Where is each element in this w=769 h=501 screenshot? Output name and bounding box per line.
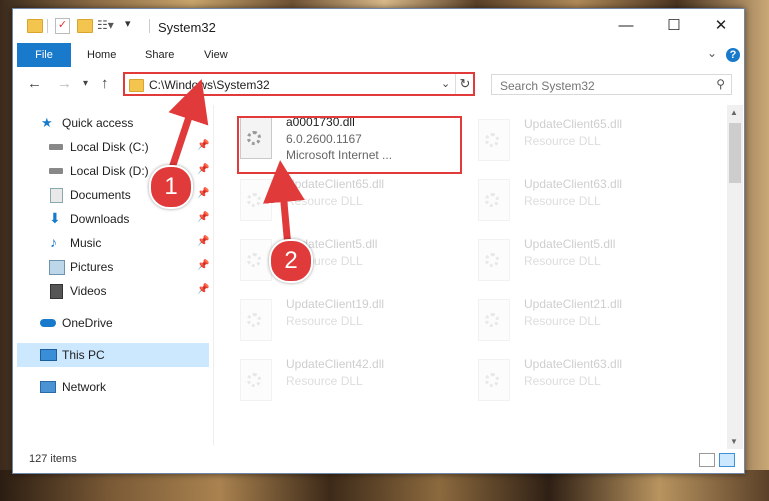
arrow-to-file	[262, 160, 305, 248]
step-2-badge: 2	[269, 239, 313, 283]
step-1-badge: 1	[149, 165, 193, 209]
file-explorer-window: ✓ ☷▾ ▾ System32 — ☐ ✕ File Home Share Vi…	[12, 8, 745, 474]
annotation-arrows	[165, 79, 305, 248]
desktop-background	[0, 470, 769, 501]
